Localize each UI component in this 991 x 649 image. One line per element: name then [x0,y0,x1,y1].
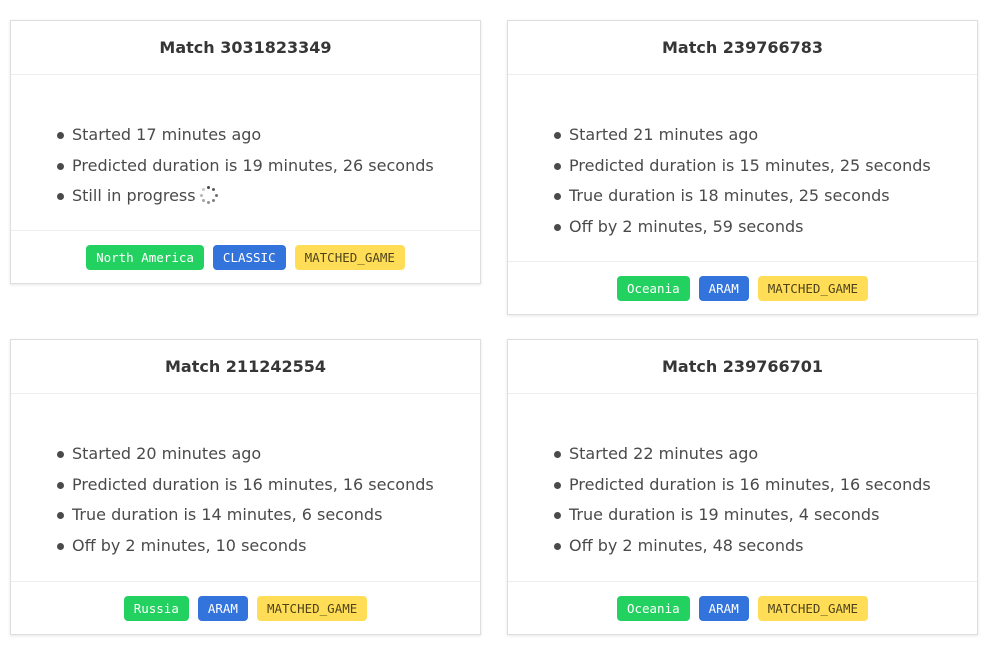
match-predicted-duration: Predicted duration is 15 minutes, 25 sec… [554,151,953,182]
game-mode-tag: ARAM [698,275,749,301]
region-tag: Oceania [616,595,690,621]
match-details: Started 21 minutes ago Predicted duratio… [508,75,977,242]
match-tags: Russia ARAM MATCHED_GAME [11,581,480,634]
match-card: Match 239766783 Started 21 minutes ago P… [507,20,978,315]
match-tags: Oceania ARAM MATCHED_GAME [508,261,977,314]
game-mode-tag: CLASSIC [212,244,286,270]
match-title: Match 239766783 [508,21,977,75]
match-info-list: Started 20 minutes ago Predicted duratio… [35,439,456,561]
match-card: Match 239766701 Started 22 minutes ago P… [507,339,978,635]
match-card: Match 3031823349 Started 17 minutes ago … [10,20,481,284]
match-info-list: Started 17 minutes ago Predicted duratio… [35,120,456,212]
match-tags: Oceania ARAM MATCHED_GAME [508,581,977,634]
match-prediction-error: Off by 2 minutes, 48 seconds [554,531,953,562]
match-started: Started 20 minutes ago [57,439,456,470]
match-card: Match 211242554 Started 20 minutes ago P… [10,339,481,635]
match-info-list: Started 21 minutes ago Predicted duratio… [532,120,953,242]
match-true-duration: True duration is 19 minutes, 4 seconds [554,500,953,531]
match-started: Started 21 minutes ago [554,120,953,151]
region-tag: Oceania [616,275,690,301]
game-mode-tag: ARAM [197,595,248,621]
region-tag: Russia [123,595,189,621]
game-type-tag: MATCHED_GAME [294,244,405,270]
match-prediction-error: Off by 2 minutes, 59 seconds [554,212,953,243]
game-type-tag: MATCHED_GAME [757,275,869,301]
game-mode-tag: ARAM [698,595,749,621]
match-predicted-duration: Predicted duration is 19 minutes, 26 sec… [57,151,456,182]
match-predicted-duration: Predicted duration is 16 minutes, 16 sec… [57,470,456,501]
game-type-tag: MATCHED_GAME [256,595,368,621]
match-details: Started 20 minutes ago Predicted duratio… [11,394,480,561]
match-started: Started 22 minutes ago [554,439,953,470]
region-tag: North America [86,244,204,270]
match-status: Still in progress [57,181,456,212]
spinner-icon [199,186,218,205]
match-true-duration: True duration is 18 minutes, 25 seconds [554,181,953,212]
match-title: Match 211242554 [11,340,480,394]
game-type-tag: MATCHED_GAME [757,595,869,621]
match-title: Match 239766701 [508,340,977,394]
match-details: Started 17 minutes ago Predicted duratio… [11,75,480,212]
match-details: Started 22 minutes ago Predicted duratio… [508,394,977,561]
match-predicted-duration: Predicted duration is 16 minutes, 16 sec… [554,470,953,501]
match-title: Match 3031823349 [11,21,480,75]
match-started: Started 17 minutes ago [57,120,456,151]
match-prediction-error: Off by 2 minutes, 10 seconds [57,531,456,562]
match-true-duration: True duration is 14 minutes, 6 seconds [57,500,456,531]
match-tags: North America CLASSIC MATCHED_GAME [11,230,480,283]
match-info-list: Started 22 minutes ago Predicted duratio… [532,439,953,561]
